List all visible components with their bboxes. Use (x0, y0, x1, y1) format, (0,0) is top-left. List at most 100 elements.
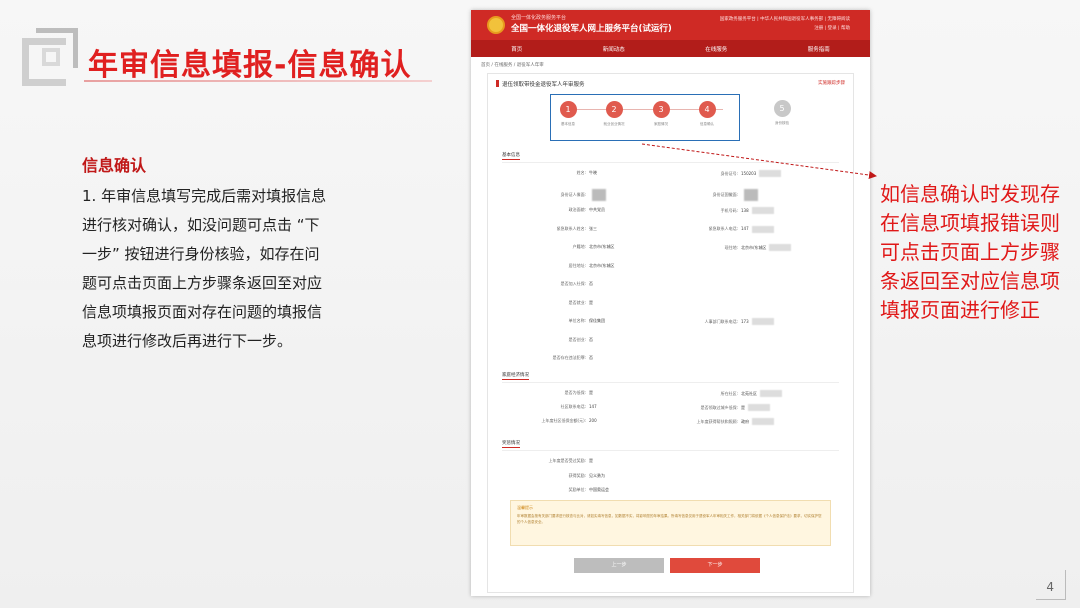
redacted-value (751, 318, 774, 325)
redacted-value (748, 404, 770, 411)
breadcrumb: 首页 / 在线服务 / 退役军人年审 (481, 63, 544, 68)
info-row: 身份证国徽面: (656, 188, 758, 201)
info-row: 手机号码: 138 (656, 207, 774, 214)
service-card: 退伍领取带役金退役军人年审服务 实施跟踪步骤 1 基本信息 2 就业创业情况 3… (487, 73, 854, 593)
logo-mark (22, 28, 78, 88)
previous-step-button[interactable]: 上一步 (574, 558, 664, 573)
field-value: 牛晓 (589, 170, 597, 175)
field-label: 社区联系电话: (560, 404, 586, 409)
card-right-link[interactable]: 实施跟踪步骤 (818, 80, 845, 86)
step-2[interactable]: 2 就业创业情况 (604, 101, 625, 127)
field-label: 身份证号: (720, 170, 738, 176)
field-label: 单位名称: (568, 318, 586, 323)
field-value: 北苑社区 (741, 390, 757, 396)
right-annotation: 如信息确认时发现存在信息项填报错误则可点击页面上方步骤条返回至对应信息项填报页面… (880, 182, 1060, 322)
info-row: 获得奖励: 见义勇为 (506, 473, 605, 479)
step-3[interactable]: 3 家庭情况 (652, 101, 670, 127)
notice-box: 温馨提示 年审数据会按有关部门要求进行核查与比对，请如实填写信息，如数据不实，将… (510, 500, 831, 546)
id-photo-back (744, 188, 758, 201)
field-label: 身份证国徽面: (712, 191, 738, 197)
title-underline (84, 80, 432, 82)
info-row: 上年度是否受过奖励: 是 (506, 458, 593, 464)
field-value: 中共党员 (589, 207, 605, 212)
field-value: 138 (741, 207, 749, 213)
field-value: 见义勇为 (589, 472, 605, 478)
redacted-value (751, 207, 774, 214)
field-label: 是否加入社保: (560, 281, 586, 286)
field-label: 上年度获得帮扶和照顾: (696, 418, 738, 424)
redacted-value (769, 244, 792, 251)
section-basic-info: 基本信息 (502, 153, 520, 160)
step-1[interactable]: 1 基本信息 (559, 101, 577, 127)
redacted-value (752, 418, 774, 425)
notice-title: 温馨提示 (517, 505, 533, 510)
step-bar: 1 基本信息 2 就业创业情况 3 家庭情况 4 信息确认 (550, 94, 740, 141)
field-value: 是 (589, 458, 593, 463)
nav-item-news[interactable]: 新闻动态 (603, 45, 625, 53)
field-label: 手机号码: (720, 207, 738, 213)
field-label: 是否就业: (568, 299, 586, 305)
section-divider (502, 162, 839, 163)
next-step-button[interactable]: 下一步 (670, 558, 760, 573)
field-label: 人事部门联系电话: (704, 318, 738, 324)
field-label: 是否创业: (568, 336, 586, 342)
page-number: 4 (1046, 580, 1054, 594)
field-label: 户籍地: (572, 244, 586, 249)
field-value: 是 (741, 404, 745, 410)
site-header: 全国一体化政务服务平台 全国一体化退役军人网上服务平台(试运行) 国家政务服务平… (471, 10, 870, 40)
field-label: 居住地址: (568, 262, 586, 268)
field-value: 北京市/东城区 (741, 244, 767, 250)
info-row: 上年度社区低保金额(元): 200 (506, 418, 597, 424)
field-label: 是否为低保: (564, 390, 586, 395)
info-row: 户籍地: 北京市/东城区 (506, 244, 615, 250)
info-row: 姓名: 牛晓 (506, 170, 597, 176)
header-account-links[interactable]: 注册 | 登录 | 帮助 (814, 25, 850, 31)
info-row: 现住地: 北京市/东城区 (656, 244, 792, 251)
header-title: 全国一体化退役军人网上服务平台(试运行) (511, 24, 672, 34)
header-subtitle: 全国一体化政务服务平台 (511, 15, 567, 21)
field-value: 北京市/东城区 (589, 262, 615, 268)
left-heading: 信息确认 (82, 156, 147, 175)
field-value: 政府 (741, 418, 749, 424)
field-label: 是否领取过城乡低保: (700, 404, 738, 410)
header-links[interactable]: 国家政务服务平台 | 中华人民共和国退役军人事务部 | 无障碍阅读 (720, 16, 850, 22)
id-photo-front (592, 188, 606, 201)
slide-title: 年审信息填报-信息确认 (88, 48, 412, 83)
field-value: 张三 (589, 225, 597, 231)
nav-item-guide[interactable]: 服务指南 (808, 45, 830, 53)
info-row: 身份证人像面: (506, 188, 606, 201)
embedded-screenshot: 全国一体化政务服务平台 全国一体化退役军人网上服务平台(试运行) 国家政务服务平… (471, 10, 870, 596)
field-label: 紧急联系人姓名: (556, 225, 586, 231)
field-value: 150203 (741, 170, 757, 176)
info-row: 是否领取过城乡低保: 是 (656, 404, 770, 411)
info-row: 所在社区: 北苑社区 (656, 390, 782, 397)
info-row: 奖励单位: 中国奥运会 (506, 487, 609, 493)
field-label: 身份证人像面: (560, 191, 586, 197)
field-value: 是 (589, 390, 593, 395)
info-row: 是否存在违法犯罪: 否 (506, 355, 593, 361)
field-label: 奖励单位: (568, 487, 586, 492)
site-nav: 首页 新闻动态 在线服务 服务指南 (471, 40, 870, 57)
info-row: 紧急联系人电话: 147 (656, 225, 774, 233)
field-value: 北京市/东城区 (589, 244, 615, 249)
section-divider (502, 382, 839, 383)
section-other-info: 奖惩情况 (502, 441, 520, 448)
section-family-info: 家庭经济情况 (502, 373, 529, 380)
field-value: 保佳集团 (589, 318, 605, 323)
info-row: 政治面貌: 中共党员 (506, 207, 605, 213)
field-label: 紧急联系人电话: (708, 226, 738, 231)
nav-item-home[interactable]: 首页 (511, 45, 522, 53)
field-label: 所在社区: (720, 390, 738, 396)
info-row: 居住地址: 北京市/东城区 (506, 262, 615, 269)
field-label: 是否存在违法犯罪: (552, 355, 586, 360)
info-row: 身份证号: 150203 (656, 170, 782, 177)
nav-item-online-service[interactable]: 在线服务 (705, 45, 727, 53)
info-row: 单位名称: 保佳集团 (506, 318, 605, 324)
step-4[interactable]: 4 信息确认 (698, 101, 716, 127)
section-divider (502, 450, 839, 451)
info-row: 上年度获得帮扶和照顾: 政府 (656, 418, 774, 425)
field-label: 获得奖励: (568, 472, 586, 478)
info-row: 是否创业: 否 (506, 337, 593, 343)
field-label: 现住地: (724, 244, 738, 250)
field-value: 否 (589, 281, 593, 286)
